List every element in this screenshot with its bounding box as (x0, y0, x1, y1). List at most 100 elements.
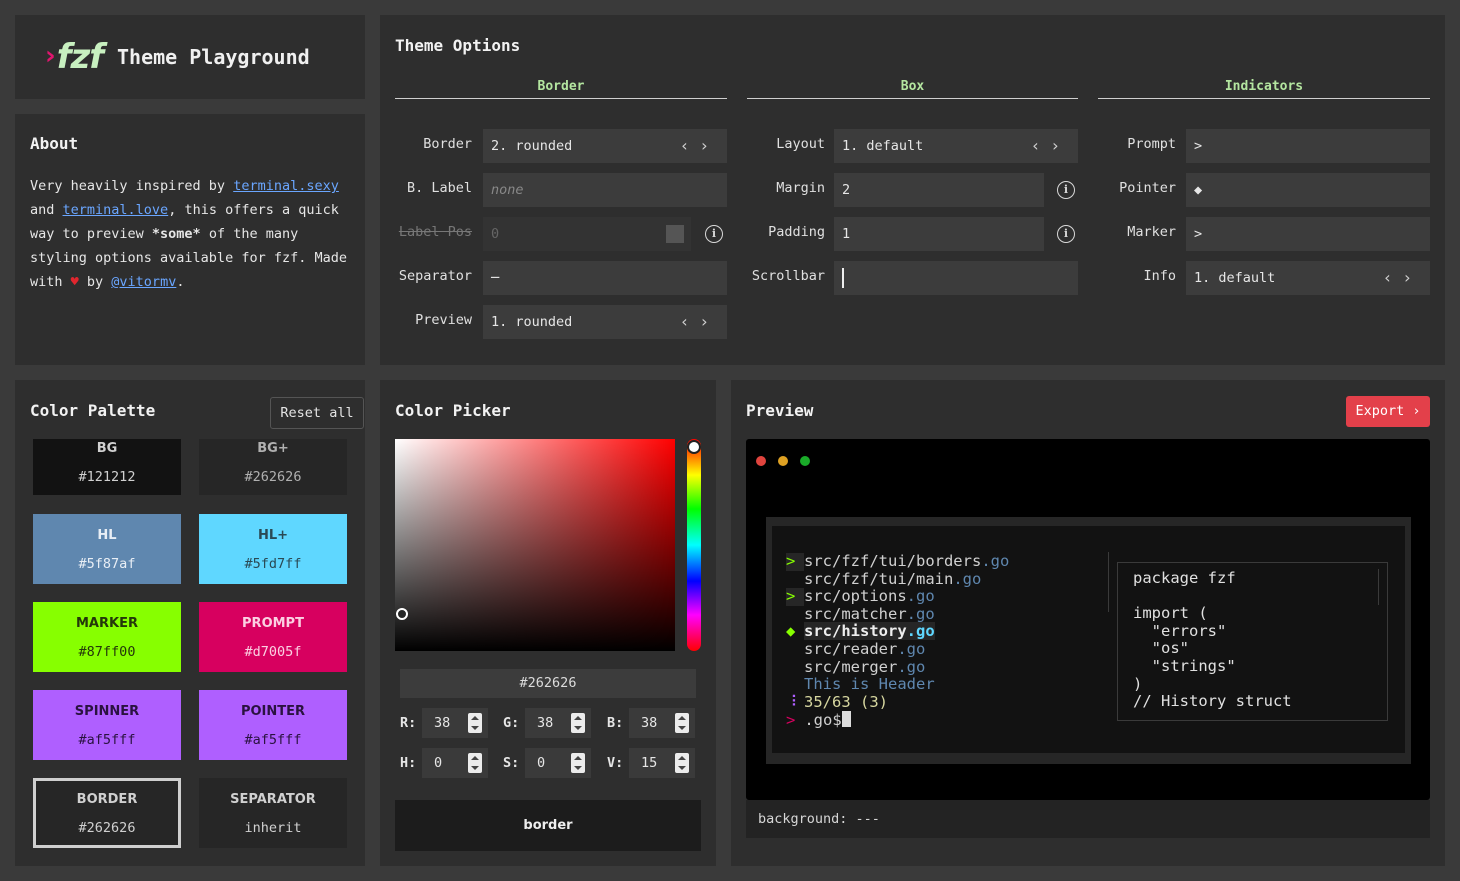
heart-icon: ♥ (70, 274, 79, 290)
fzf-prompt[interactable]: > .go$ (786, 711, 1106, 729)
saturation-value-handle[interactable] (396, 608, 408, 620)
cycle-arrows-icon[interactable]: ‹› (680, 305, 719, 339)
spinner-icon[interactable] (468, 713, 482, 733)
padding-label: Padding (768, 224, 825, 240)
swatch-value: inherit (244, 820, 302, 836)
r-label: R: (400, 715, 417, 731)
swatch-value: #5fd7ff (244, 556, 302, 572)
swatch-pointer[interactable]: POINTER #af5fff (199, 690, 347, 760)
layout-select[interactable]: 1. default ‹› (834, 129, 1078, 163)
swatch-value: #262626 (78, 820, 136, 836)
info-icon[interactable]: i (705, 225, 723, 243)
border-select[interactable]: 2. rounded ‹› (483, 129, 727, 163)
swatch-value: #5f87af (78, 556, 136, 572)
about-title: About (30, 134, 79, 153)
swatch-hl-plus[interactable]: HL+ #5fd7ff (199, 514, 347, 584)
padding-input[interactable]: 1 (834, 217, 1044, 251)
r-input[interactable]: 38 (422, 708, 488, 738)
separator-input[interactable]: ─ (483, 261, 727, 295)
swatch-bg[interactable]: BG #121212 (33, 439, 181, 495)
v-label: V: (607, 755, 624, 771)
terminal-window: > src/fzf/tui/borders.go src/fzf/tui/main.… (746, 439, 1430, 800)
marker-input[interactable]: > (1186, 217, 1430, 251)
swatch-prompt[interactable]: PROMPT #d7005f (199, 602, 347, 672)
info-icon[interactable]: i (1057, 181, 1075, 199)
export-button[interactable]: Export › (1346, 396, 1430, 427)
b-label: B: (607, 715, 624, 731)
swatch-hl[interactable]: HL #5f87af (33, 514, 181, 584)
palette-title: Color Palette (30, 401, 156, 420)
reset-all-button[interactable]: Reset all (270, 397, 364, 429)
swatch-marker[interactable]: MARKER #87ff00 (33, 602, 181, 672)
preview-card: Preview Export › > src/fzf/tui/borders.go… (731, 380, 1445, 866)
hex-input[interactable]: #262626 (400, 669, 696, 698)
cycle-arrows-icon[interactable]: ‹› (1031, 129, 1070, 163)
column-header-box: Box (747, 79, 1078, 99)
swatch-border[interactable]: BORDER #262626 (33, 778, 181, 848)
list-item[interactable]: src/fzf/tui/main.go (786, 570, 1106, 589)
margin-input[interactable]: 2 (834, 173, 1044, 207)
s-input[interactable]: 0 (525, 748, 591, 778)
list-item[interactable]: src/merger.go (786, 658, 1106, 677)
spinner-icon: ⠸ (786, 692, 798, 711)
label-pos-label: Label Pos (398, 224, 472, 240)
spinner-icon[interactable] (675, 713, 689, 733)
list-item[interactable]: src/matcher.go (786, 605, 1106, 624)
v-input[interactable]: 15 (629, 748, 695, 778)
margin-label: Margin (776, 180, 825, 196)
h-input[interactable]: 0 (422, 748, 488, 778)
preview-window: package fzf import ( "errors" "os" "stri… (1117, 562, 1388, 721)
column-header-indicators: Indicators (1098, 79, 1430, 99)
swatch-value: #262626 (244, 469, 302, 485)
author-link[interactable]: @vitormv (111, 274, 176, 290)
spinner-icon[interactable] (468, 753, 482, 773)
pointer-input[interactable]: ◆ (1186, 173, 1430, 207)
swatch-bg-plus[interactable]: BG+ #262626 (199, 439, 347, 495)
swatch-spinner[interactable]: SPINNER #af5fff (33, 690, 181, 760)
saturation-value-area[interactable] (395, 439, 675, 651)
preview-border-select[interactable]: 1. rounded ‹› (483, 305, 727, 339)
terminal-sexy-link[interactable]: terminal.sexy (233, 178, 339, 194)
info-icon[interactable]: i (1057, 225, 1075, 243)
list-item[interactable]: > src/options.go (786, 587, 1106, 606)
scrollbar-input[interactable] (834, 261, 1078, 295)
swatch-separator[interactable]: SEPARATOR inherit (199, 778, 347, 848)
swatch-name: BG (96, 441, 118, 456)
swatch-name: POINTER (240, 704, 306, 719)
info-label: Info (1143, 268, 1176, 284)
cursor-icon (841, 711, 851, 728)
swatch-name: MARKER (76, 616, 138, 631)
current-list-item[interactable]: ◆ src/history.go (786, 622, 1106, 641)
list-item[interactable]: > src/fzf/tui/borders.go (786, 552, 1106, 571)
theme-options-title: Theme Options (395, 36, 521, 55)
swatch-name: BG+ (257, 441, 289, 456)
about-card: About Very heavily inspired by terminal.… (15, 114, 365, 365)
g-input[interactable]: 38 (525, 708, 591, 738)
column-header-border: Border (395, 79, 727, 99)
pointer-label: Pointer (1119, 180, 1176, 196)
minimize-dot-icon (778, 456, 788, 466)
prompt-input[interactable]: > (1186, 129, 1430, 163)
terminal-love-link[interactable]: terminal.love (63, 202, 169, 218)
hue-slider[interactable] (687, 439, 701, 651)
info-select[interactable]: 1. default ‹› (1186, 261, 1430, 295)
theme-options-card: Theme Options Border Box Indicators Bord… (380, 15, 1445, 365)
preview-content: package fzf import ( "errors" "os" "stri… (1133, 569, 1292, 711)
cycle-arrows-icon[interactable]: ‹› (1383, 261, 1422, 295)
border-label-label: B. Label (406, 180, 472, 196)
about-text: Very heavily inspired by terminal.sexy a… (30, 178, 347, 290)
list-item[interactable]: src/reader.go (786, 640, 1106, 659)
fzf-info: ⠸ 35/63 (3) (786, 692, 888, 711)
layout-label: Layout (776, 136, 825, 152)
spinner-icon[interactable] (571, 753, 585, 773)
cycle-arrows-icon[interactable]: ‹› (680, 129, 719, 163)
spinner-icon[interactable] (675, 753, 689, 773)
hue-handle[interactable] (687, 440, 701, 454)
swatch-value: #af5fff (78, 732, 136, 748)
border-label: Border (423, 136, 472, 152)
spinner-icon[interactable] (571, 713, 585, 733)
swatch-name: SEPARATOR (230, 792, 316, 807)
label-pos-toggle (666, 225, 684, 243)
border-label-input[interactable]: none (483, 173, 727, 207)
b-input[interactable]: 38 (629, 708, 695, 738)
